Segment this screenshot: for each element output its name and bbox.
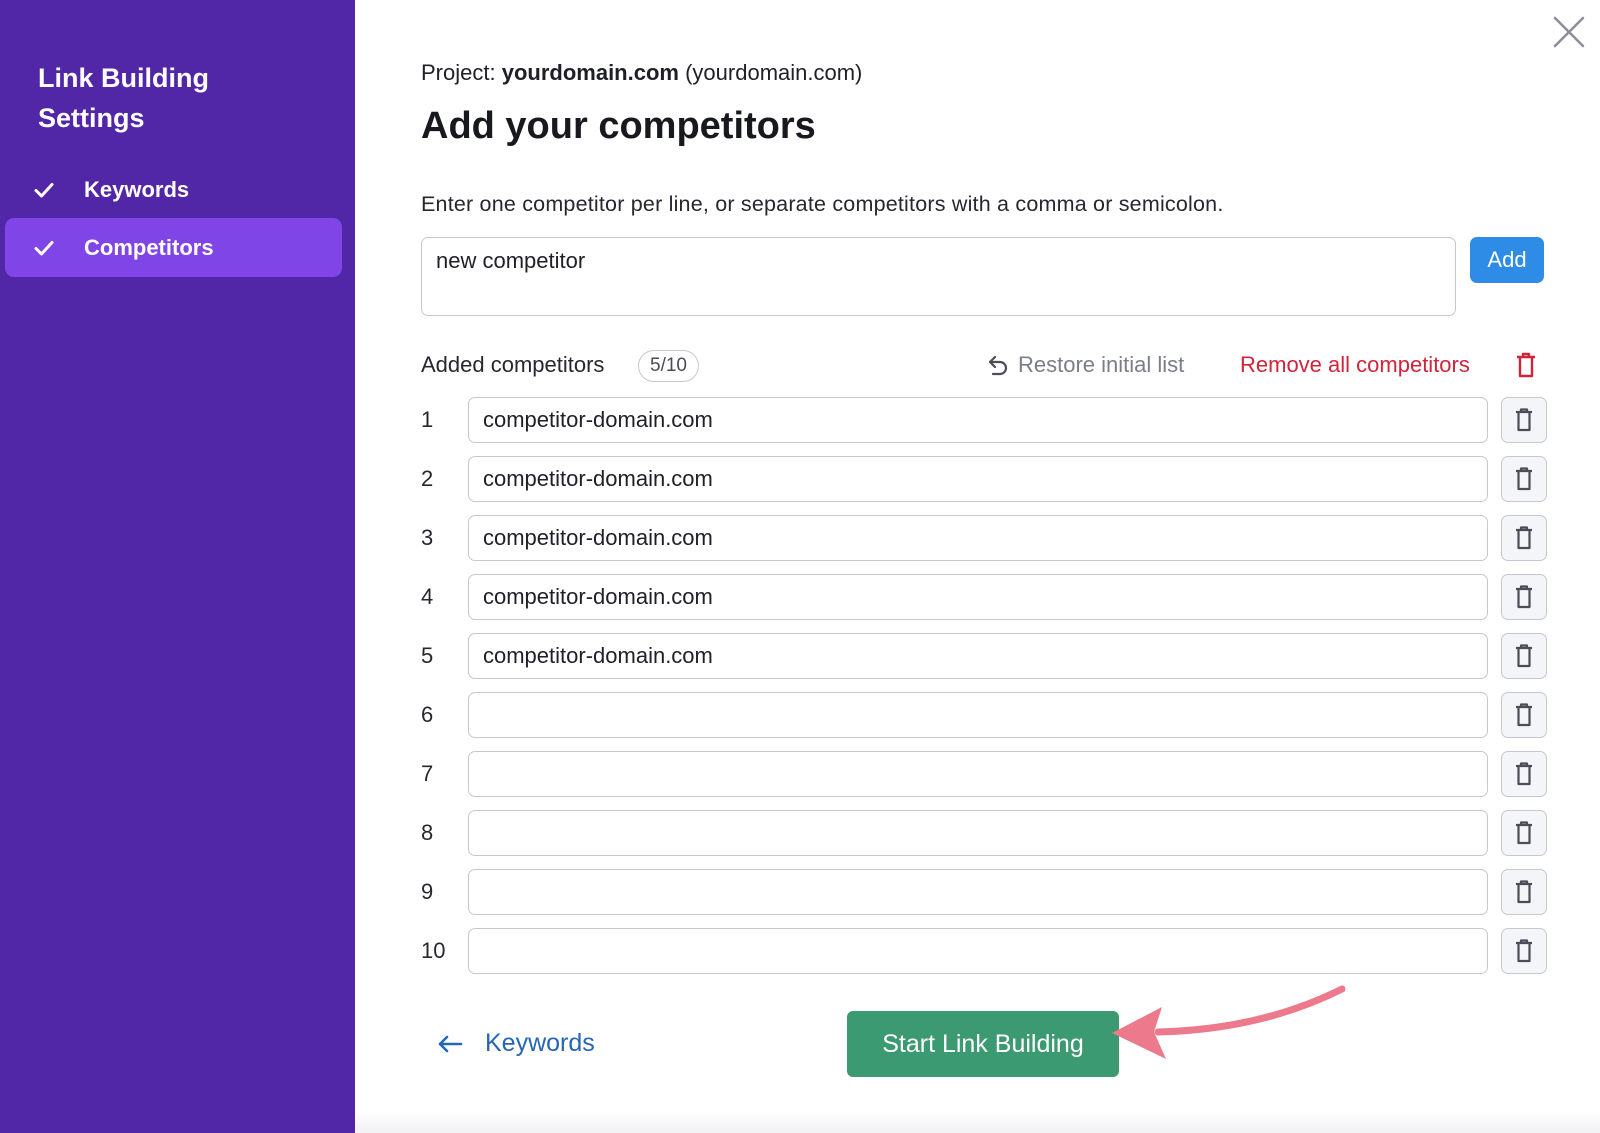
row-number: 8 — [421, 820, 434, 845]
row-number: 3 — [421, 525, 434, 550]
trash-icon — [1516, 880, 1532, 904]
competitor-field[interactable] — [468, 456, 1488, 502]
sidebar-title: Link Building Settings — [38, 63, 209, 133]
annotation-arrow-icon — [1112, 985, 1346, 1059]
competitor-count-badge: 5/10 — [638, 350, 699, 382]
competitor-field[interactable] — [468, 397, 1488, 443]
trash-icon — [1516, 585, 1532, 609]
check-icon — [34, 182, 54, 197]
instructions-text: Enter one competitor per line, or separa… — [421, 192, 1224, 216]
competitor-row: 4 — [0, 574, 1600, 620]
delete-row-button[interactable] — [1501, 751, 1547, 797]
competitor-row: 10 — [0, 928, 1600, 974]
row-number: 5 — [421, 643, 434, 668]
competitor-field[interactable] — [468, 515, 1488, 561]
competitor-field[interactable] — [468, 633, 1488, 679]
start-link-building-button[interactable]: Start Link Building — [847, 1011, 1119, 1077]
project-domain: (yourdomain.com) — [685, 60, 863, 85]
sidebar-item-keywords[interactable]: Keywords — [5, 160, 342, 219]
trash-icon — [1516, 703, 1532, 727]
competitor-row: 1 — [0, 397, 1600, 443]
remove-all-competitors-link[interactable]: Remove all competitors — [1240, 352, 1470, 378]
add-button[interactable]: Add — [1470, 237, 1544, 283]
row-number: 10 — [421, 938, 446, 963]
delete-row-button[interactable] — [1501, 633, 1547, 679]
trash-icon — [1516, 821, 1532, 845]
row-number: 6 — [421, 702, 434, 727]
delete-row-button[interactable] — [1501, 869, 1547, 915]
delete-row-button[interactable] — [1501, 692, 1547, 738]
project-line: Project: yourdomain.com (yourdomain.com) — [421, 60, 862, 86]
restore-initial-list-link[interactable]: Restore initial list — [986, 352, 1184, 378]
trash-icon — [1516, 939, 1532, 963]
row-number: 9 — [421, 879, 434, 904]
row-number: 2 — [421, 466, 434, 491]
delete-row-button[interactable] — [1501, 574, 1547, 620]
competitor-field[interactable] — [468, 751, 1488, 797]
sidebar-item-label: Competitors — [84, 234, 214, 260]
competitor-field[interactable] — [468, 574, 1488, 620]
delete-row-button[interactable] — [1501, 456, 1547, 502]
competitor-row: 3 — [0, 515, 1600, 561]
competitor-field[interactable] — [468, 692, 1488, 738]
undo-icon — [988, 355, 1008, 376]
back-label: Keywords — [485, 1029, 595, 1057]
row-number: 7 — [421, 761, 434, 786]
page-title: Add your competitors — [421, 105, 816, 147]
trash-icon — [1516, 526, 1532, 550]
trash-icon[interactable] — [1515, 352, 1537, 378]
competitor-row: 6 — [0, 692, 1600, 738]
bottom-edge — [355, 1110, 1600, 1133]
new-competitor-input[interactable]: new competitor — [421, 237, 1456, 316]
row-number: 4 — [421, 584, 434, 609]
back-to-keywords-link[interactable]: Keywords — [437, 1029, 595, 1058]
competitor-row: 5 — [0, 633, 1600, 679]
project-prefix: Project: — [421, 60, 496, 85]
restore-label: Restore initial list — [1018, 352, 1185, 377]
competitor-row: 7 — [0, 751, 1600, 797]
sidebar-item-label: Keywords — [84, 176, 190, 202]
competitor-row: 9 — [0, 869, 1600, 915]
sidebar-item-competitors[interactable]: Competitors — [5, 218, 342, 277]
row-number: 1 — [421, 407, 434, 432]
trash-icon — [1516, 467, 1532, 491]
delete-row-button[interactable] — [1501, 397, 1547, 443]
trash-icon — [1516, 644, 1532, 668]
delete-row-button[interactable] — [1501, 928, 1547, 974]
added-competitors-label: Added competitors — [421, 352, 605, 377]
delete-row-button[interactable] — [1501, 515, 1547, 561]
competitor-field[interactable] — [468, 869, 1488, 915]
competitor-row: 2 — [0, 456, 1600, 502]
competitor-field[interactable] — [468, 928, 1488, 974]
project-name: yourdomain.com — [501, 60, 679, 85]
delete-row-button[interactable] — [1501, 810, 1547, 856]
close-icon[interactable] — [1552, 15, 1586, 49]
competitor-field[interactable] — [468, 810, 1488, 856]
trash-icon — [1516, 408, 1532, 432]
trash-icon — [1516, 762, 1532, 786]
arrow-left-icon — [438, 1035, 463, 1052]
competitor-row: 8 — [0, 810, 1600, 856]
check-icon — [34, 240, 54, 255]
